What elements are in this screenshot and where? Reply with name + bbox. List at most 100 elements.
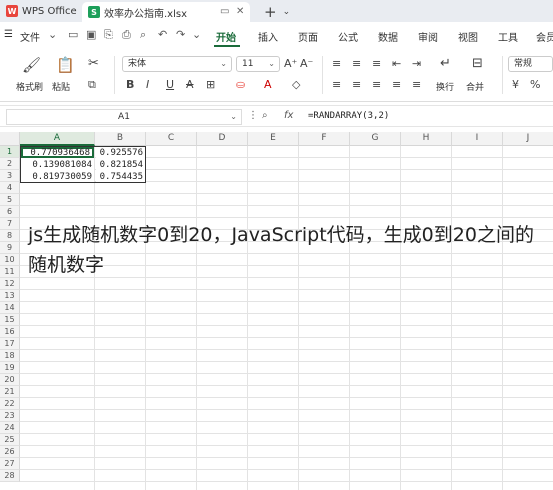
close-tab-icon[interactable]: ✕ bbox=[236, 6, 244, 17]
redo-icon[interactable]: ↷ bbox=[176, 28, 185, 41]
tab-formula[interactable]: 公式 bbox=[338, 29, 358, 44]
clear-format-icon[interactable]: ◇ bbox=[292, 78, 300, 91]
bold-icon[interactable]: B bbox=[126, 78, 134, 91]
tab-wps-office[interactable]: W WPS Office bbox=[0, 0, 82, 22]
tab-view[interactable]: 视图 bbox=[458, 29, 478, 44]
column-header-d[interactable]: D bbox=[197, 132, 248, 146]
row-header-17[interactable]: 17 bbox=[0, 338, 20, 350]
wrap-text-icon[interactable]: ↵ bbox=[440, 56, 451, 71]
fill-color-icon[interactable]: ⛀ bbox=[236, 78, 245, 91]
row-header-2[interactable]: 2 bbox=[0, 158, 20, 170]
tab-member[interactable]: 会员 bbox=[536, 29, 553, 44]
cell-a2[interactable]: 0.139081084 bbox=[21, 159, 94, 170]
paste-label[interactable]: 粘贴 bbox=[52, 80, 70, 93]
column-header-j[interactable]: J bbox=[503, 132, 553, 146]
font-size-select[interactable]: 11 ⌄ bbox=[236, 56, 280, 72]
name-box[interactable]: A1 ⌄ bbox=[6, 109, 242, 125]
column-header-i[interactable]: I bbox=[452, 132, 503, 146]
indent-increase-icon[interactable]: ⇥ bbox=[412, 57, 421, 70]
decrease-font-icon[interactable]: A⁻ bbox=[300, 57, 313, 70]
italic-icon[interactable]: I bbox=[146, 78, 149, 91]
cell-b1[interactable]: 0.925576 bbox=[96, 147, 145, 158]
row-header-26[interactable]: 26 bbox=[0, 446, 20, 458]
row-header-25[interactable]: 25 bbox=[0, 434, 20, 446]
tab-review[interactable]: 审阅 bbox=[418, 29, 438, 44]
cell-a1[interactable]: 0.770936468 bbox=[21, 147, 94, 158]
tab-page[interactable]: 页面 bbox=[298, 29, 318, 44]
row-header-8[interactable]: 8 bbox=[0, 230, 20, 242]
wrap-text-label[interactable]: 换行 bbox=[436, 80, 454, 93]
export-icon[interactable]: ⎘ bbox=[104, 28, 113, 42]
row-header-23[interactable]: 23 bbox=[0, 410, 20, 422]
file-menu[interactable]: 文件 bbox=[20, 29, 40, 44]
justify-icon[interactable]: ≡ bbox=[392, 78, 401, 91]
function-icon[interactable]: fx bbox=[284, 110, 293, 121]
row-header-21[interactable]: 21 bbox=[0, 386, 20, 398]
row-header-28[interactable]: 28 bbox=[0, 470, 20, 482]
row-header-1[interactable]: 1 bbox=[0, 146, 20, 158]
currency-icon[interactable]: ¥ bbox=[512, 78, 519, 91]
formula-input[interactable]: =RANDARRAY(3,2) bbox=[308, 111, 389, 121]
row-header-3[interactable]: 3 bbox=[0, 170, 20, 182]
undo-icon[interactable]: ↶ bbox=[158, 28, 167, 41]
strikethrough-icon[interactable]: A bbox=[186, 78, 194, 91]
row-header-19[interactable]: 19 bbox=[0, 362, 20, 374]
row-header-20[interactable]: 20 bbox=[0, 374, 20, 386]
row-header-15[interactable]: 15 bbox=[0, 314, 20, 326]
indent-decrease-icon[interactable]: ⇤ bbox=[392, 57, 401, 70]
font-color-icon[interactable]: A bbox=[264, 78, 272, 91]
column-header-c[interactable]: C bbox=[146, 132, 197, 146]
increase-font-icon[interactable]: A⁺ bbox=[284, 57, 297, 70]
row-header-16[interactable]: 16 bbox=[0, 326, 20, 338]
restore-icon[interactable]: ▭ bbox=[220, 6, 229, 17]
distribute-icon[interactable]: ≡ bbox=[412, 78, 421, 91]
more-icon[interactable]: ⋮ bbox=[248, 110, 258, 121]
row-header-5[interactable]: 5 bbox=[0, 194, 20, 206]
column-header-f[interactable]: F bbox=[299, 132, 350, 146]
row-header-27[interactable]: 27 bbox=[0, 458, 20, 470]
column-header-b[interactable]: B bbox=[95, 132, 146, 146]
format-painter-icon[interactable]: 🖌 bbox=[22, 56, 41, 74]
font-name-select[interactable]: 宋体 ⌄ bbox=[122, 56, 232, 72]
paste-icon[interactable]: 📋 bbox=[56, 56, 75, 74]
column-header-e[interactable]: E bbox=[248, 132, 299, 146]
align-left-icon[interactable]: ≡ bbox=[332, 78, 341, 91]
row-header-22[interactable]: 22 bbox=[0, 398, 20, 410]
tab-file[interactable]: S 效率办公指南.xlsx ▭ ✕ bbox=[82, 2, 250, 22]
preview-icon[interactable]: ⌕ bbox=[140, 28, 146, 42]
select-all-corner[interactable] bbox=[0, 132, 20, 146]
spreadsheet-grid[interactable]: A B C D E F G H I J 1 2 3 4 5 6 7 8 9 10 11 12 13 14 15 16 17 18 19 2… bbox=[0, 132, 553, 490]
column-header-g[interactable]: G bbox=[350, 132, 401, 146]
row-header-13[interactable]: 13 bbox=[0, 290, 20, 302]
print-icon[interactable]: ⎙ bbox=[122, 28, 131, 42]
number-format-select[interactable]: 常规 bbox=[508, 56, 553, 72]
align-right-icon[interactable]: ≡ bbox=[372, 78, 381, 91]
zoom-icon[interactable]: ⌕ bbox=[262, 110, 268, 121]
underline-icon[interactable]: U bbox=[166, 78, 174, 91]
row-header-11[interactable]: 11 bbox=[0, 266, 20, 278]
chevron-down-icon[interactable]: ⌄ bbox=[192, 28, 201, 41]
copy-icon[interactable]: ⧉ bbox=[88, 78, 96, 92]
hamburger-icon[interactable]: ☰ bbox=[4, 29, 13, 40]
row-header-24[interactable]: 24 bbox=[0, 422, 20, 434]
row-header-6[interactable]: 6 bbox=[0, 206, 20, 218]
format-painter-label[interactable]: 格式刷 bbox=[16, 80, 43, 93]
row-header-7[interactable]: 7 bbox=[0, 218, 20, 230]
merge-cells-icon[interactable]: ⊟ bbox=[472, 56, 483, 71]
row-header-12[interactable]: 12 bbox=[0, 278, 20, 290]
row-header-14[interactable]: 14 bbox=[0, 302, 20, 314]
plus-icon[interactable]: + bbox=[264, 2, 277, 22]
row-header-9[interactable]: 9 bbox=[0, 242, 20, 254]
align-center-icon[interactable]: ≡ bbox=[352, 78, 361, 91]
row-header-4[interactable]: 4 bbox=[0, 182, 20, 194]
save-icon[interactable]: ▣ bbox=[86, 28, 96, 41]
tab-insert[interactable]: 插入 bbox=[258, 29, 278, 44]
tab-home[interactable]: 开始 bbox=[216, 29, 236, 44]
cell-b3[interactable]: 0.754435 bbox=[96, 171, 145, 182]
cell-b2[interactable]: 0.821854 bbox=[96, 159, 145, 170]
merge-cells-label[interactable]: 合并 bbox=[466, 80, 484, 93]
tab-tools[interactable]: 工具 bbox=[498, 29, 518, 44]
cut-icon[interactable]: ✂ bbox=[88, 56, 99, 71]
chevron-down-icon[interactable]: ⌄ bbox=[283, 2, 291, 22]
align-bottom-icon[interactable]: ≡ bbox=[372, 57, 381, 70]
